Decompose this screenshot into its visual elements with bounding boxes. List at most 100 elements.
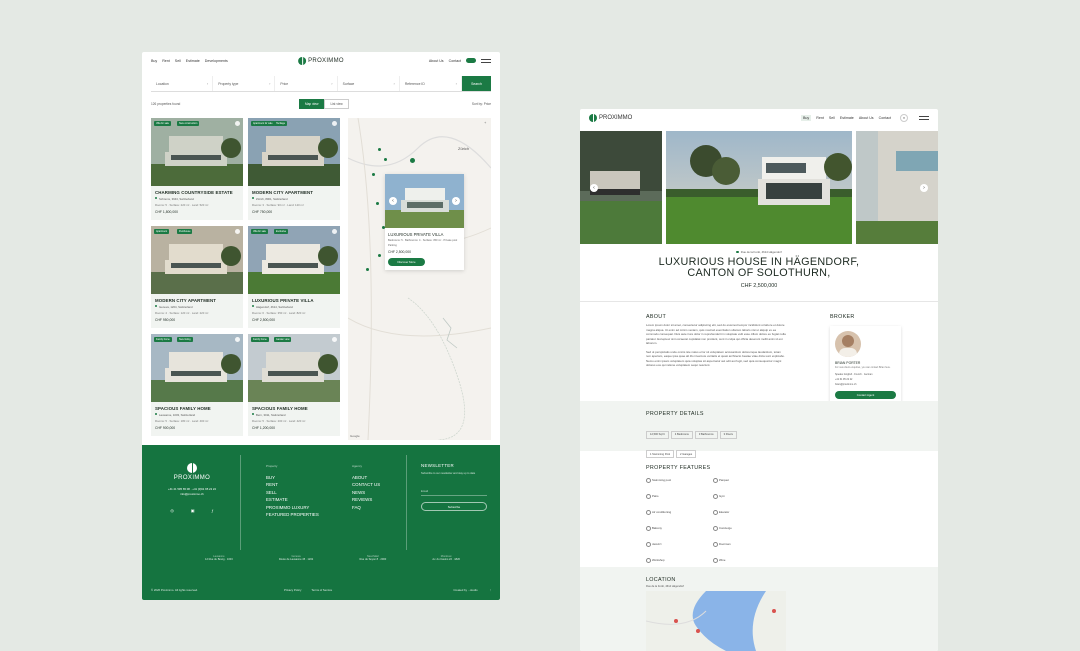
map-pin[interactable] xyxy=(366,268,369,271)
list-view-button[interactable]: List view xyxy=(324,98,349,109)
footer-link-buy[interactable]: BUY xyxy=(266,474,319,482)
nav-rent[interactable]: Rent xyxy=(816,116,824,120)
popup-prev-icon[interactable]: ‹ xyxy=(389,197,397,205)
map-view-button[interactable]: Map view xyxy=(299,98,325,109)
footer-email[interactable]: info@proximmo.ch xyxy=(162,492,222,496)
favorite-icon[interactable] xyxy=(332,337,337,342)
language-icon[interactable]: ▾ xyxy=(900,113,908,122)
location-select[interactable]: Location xyxy=(151,76,214,91)
scroll-top-icon[interactable]: ↑ xyxy=(490,588,491,592)
footer-bottom: © 2026 Proximmo. All rights reserved. Pr… xyxy=(151,588,491,592)
gallery-image-main[interactable] xyxy=(666,131,852,244)
map-pin[interactable] xyxy=(410,158,415,163)
favorite-icon[interactable] xyxy=(332,229,337,234)
footer-link-about[interactable]: ABOUT xyxy=(352,474,380,482)
nav-about[interactable]: About Us xyxy=(859,116,874,120)
property-card[interactable]: Apartment for sale Heritage MODERN CITY AP… xyxy=(248,118,340,220)
property-tag: Villa for sale xyxy=(251,229,268,234)
favorite-icon[interactable] xyxy=(235,229,240,234)
property-type-select[interactable]: Property type xyxy=(213,76,276,91)
property-price: CHF 900,000 xyxy=(155,426,176,430)
property-card[interactable]: Family home New listing SPACIOUS FAMILY HO… xyxy=(151,334,243,436)
terms-link[interactable]: Terms of Service xyxy=(311,588,332,592)
footer-property-links: Property BUY RENT SELL ESTIMATE PROXIMMO… xyxy=(266,464,319,519)
footer: PROXIMMO +41 21 595 65 08 · +41 (0)61 95… xyxy=(142,445,500,600)
nav-developments[interactable]: Developments xyxy=(205,59,228,63)
nav-buy[interactable]: Buy xyxy=(151,59,157,63)
footer-link-contact[interactable]: CONTACT US xyxy=(352,481,380,489)
footer-phone[interactable]: +41 21 595 65 08 · +41 (0)61 95 22 22 xyxy=(162,487,222,491)
results-map[interactable]: Zürich + ‹ › LUXURIOUS PRIVATE VILLA Bed… xyxy=(348,118,491,440)
gallery-prev-icon[interactable]: ‹ xyxy=(590,183,598,192)
broker-heading: BROKER xyxy=(830,314,855,320)
reference-id-input[interactable]: Reference ID xyxy=(400,76,463,91)
nav-sell[interactable]: Sell xyxy=(829,116,835,120)
location-map[interactable] xyxy=(646,591,786,651)
map-pin[interactable] xyxy=(376,202,379,205)
nav-estimate[interactable]: Estimate xyxy=(840,116,854,120)
favorite-icon[interactable] xyxy=(235,337,240,342)
office: Montreux Av. du Casino 22 · 1820 xyxy=(432,555,460,561)
menu-icon[interactable] xyxy=(919,115,929,120)
facebook-icon[interactable]: ƒ xyxy=(211,508,213,513)
sort-select[interactable]: Sort by: Price xyxy=(472,102,491,106)
property-card[interactable]: Villa for sale Exclusive LUXURIOUS PRIVATE… xyxy=(248,226,340,328)
property-tag: Exclusive xyxy=(274,229,289,234)
brand-logo[interactable]: PROXIMMO xyxy=(589,113,632,122)
feature-item: Air conditioning xyxy=(646,510,713,515)
search-button[interactable]: Search xyxy=(462,76,492,91)
newsletter-email-input[interactable]: Email xyxy=(421,489,487,496)
map-popup: ‹ › LUXURIOUS PRIVATE VILLA Bedrooms: 5 … xyxy=(385,174,464,270)
feature-item: Doorman xyxy=(713,542,780,547)
property-card[interactable]: Family home Garden view SPACIOUS FAMILY HO… xyxy=(248,334,340,436)
privacy-link[interactable]: Privacy Policy xyxy=(284,588,301,592)
gallery-next-icon[interactable]: › xyxy=(920,183,928,192)
footer-link-news[interactable]: NEWS xyxy=(352,489,380,497)
linkedin-icon[interactable]: ▣ xyxy=(191,508,195,513)
footer-link-sell[interactable]: SELL xyxy=(266,489,319,497)
map-pin[interactable] xyxy=(384,158,387,161)
language-toggle[interactable] xyxy=(466,58,476,63)
popup-next-icon[interactable]: › xyxy=(452,197,460,205)
nav-contact[interactable]: Contact xyxy=(879,116,891,120)
contact-agent-button[interactable]: Contact Agent xyxy=(835,391,896,399)
leaf-logo-icon xyxy=(187,463,197,473)
property-image: Family home Garden view xyxy=(248,334,340,402)
property-card[interactable]: Villa for sale New construction CHARMING C… xyxy=(151,118,243,220)
nav-sell[interactable]: Sell xyxy=(175,59,181,63)
subscribe-button[interactable]: Subscribe xyxy=(421,502,487,511)
gallery-image[interactable]: ‹ xyxy=(580,131,662,244)
footer-link-luxury[interactable]: PROXIMMO LUXURY xyxy=(266,504,319,512)
discover-more-button[interactable]: Discover More xyxy=(388,258,425,266)
view-toggle: Map view List view xyxy=(299,98,349,109)
property-price: CHF 1,800,000 xyxy=(155,210,178,214)
price-select[interactable]: Price xyxy=(275,76,338,91)
gallery-image[interactable]: › xyxy=(856,131,938,244)
nav-rent[interactable]: Rent xyxy=(162,59,170,63)
property-grid: Villa for sale New construction CHARMING C… xyxy=(151,118,340,436)
footer-link-featured[interactable]: FEATURED PROPERTIES xyxy=(266,511,319,519)
surface-select[interactable]: Surface xyxy=(338,76,400,91)
footer-agency-links: Agency ABOUT CONTACT US NEWS REVIEWS FAQ xyxy=(352,464,381,512)
favorite-icon[interactable] xyxy=(332,121,337,126)
favorite-icon[interactable] xyxy=(235,121,240,126)
nav-about[interactable]: About Us xyxy=(429,59,444,63)
footer-link-estimate[interactable]: ESTIMATE xyxy=(266,496,319,504)
instagram-icon[interactable]: ◎ xyxy=(170,508,174,513)
map-pin[interactable] xyxy=(378,148,381,151)
broker-email[interactable]: brian@proximmo.ch xyxy=(835,383,896,386)
menu-icon[interactable] xyxy=(481,58,491,63)
property-card[interactable]: Apartment Penthouse MODERN CITY APARTMENT G… xyxy=(151,226,243,328)
nav-contact[interactable]: Contact xyxy=(449,59,461,63)
broker-phone[interactable]: +41 61 95 22 22 xyxy=(835,378,896,381)
footer-link-reviews[interactable]: REVIEWS xyxy=(352,496,380,504)
brand-logo[interactable]: PROXIMMO xyxy=(298,56,344,65)
footer-link-rent[interactable]: RENT xyxy=(266,481,319,489)
map-pin[interactable] xyxy=(378,254,381,257)
results-count: 126 properties found xyxy=(151,101,181,106)
nav-estimate[interactable]: Estimate xyxy=(186,59,200,63)
zoom-icon[interactable]: + xyxy=(484,120,486,125)
nav-buy[interactable]: Buy xyxy=(801,114,812,121)
map-pin[interactable] xyxy=(372,173,375,176)
footer-link-faq[interactable]: FAQ xyxy=(352,504,380,512)
